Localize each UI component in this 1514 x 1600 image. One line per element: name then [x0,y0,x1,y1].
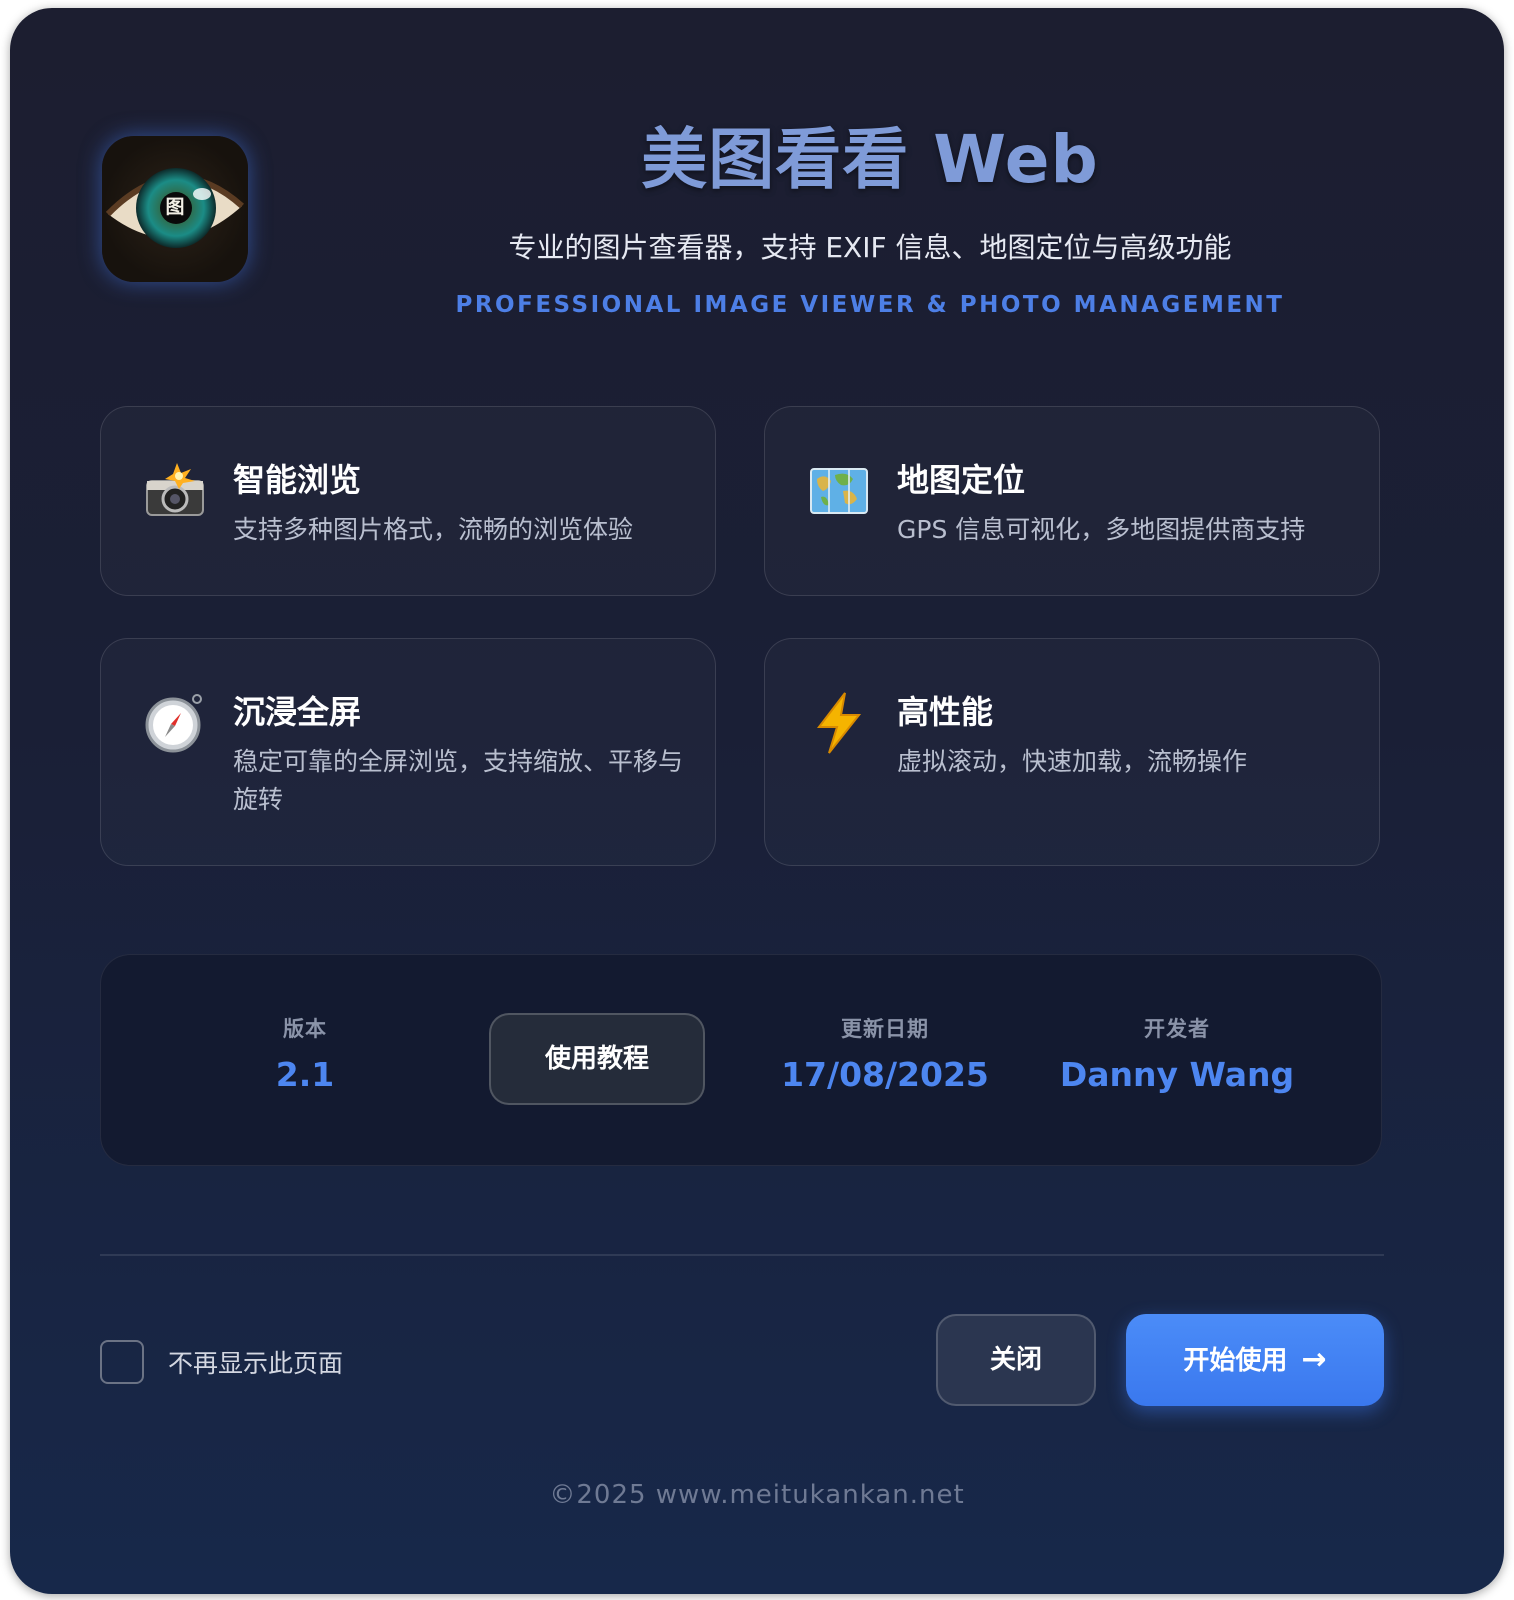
lightning-icon [807,691,871,755]
feature-title: 地图定位 [897,461,1026,499]
app-logo: 图 [102,136,248,282]
feature-desc: GPS 信息可视化，多地图提供商支持 [897,515,1306,544]
copyright: ©2025 www.meitukankan.net [549,1480,965,1510]
feature-desc: 支持多种图片格式，流畅的浏览体验 [233,515,634,544]
feature-title: 沉浸全屏 [233,693,362,731]
version-value: 2.1 [275,1055,335,1094]
logo-text: 图 [165,196,185,218]
world-map-icon [807,459,871,523]
app-subtitle: 专业的图片查看器，支持 EXIF 信息、地图定位与高级功能 [508,231,1232,264]
feature-card-map: 地图定位 GPS 信息可视化，多地图提供商支持 [764,406,1380,596]
close-button[interactable]: 关闭 [936,1314,1096,1406]
compass-icon [143,691,207,755]
update-date-value: 17/08/2025 [781,1055,989,1094]
start-button[interactable]: 开始使用 → [1126,1314,1384,1406]
feature-title: 高性能 [897,693,994,731]
developer-value: Danny Wang [1059,1055,1295,1094]
dont-show-checkbox[interactable] [100,1340,144,1384]
divider [100,1254,1384,1256]
feature-card-fullscreen: 沉浸全屏 稳定可靠的全屏浏览，支持缩放、平移与旋转 [100,638,716,866]
feature-card-performance: 高性能 虚拟滚动，快速加载，流畅操作 [764,638,1380,866]
welcome-dialog: 图 美图看看 Web 专业的图片查看器，支持 EXIF 信息、地图定位与高级功能… [10,8,1504,1594]
start-button-label: 开始使用 [1183,1346,1288,1376]
tutorial-button[interactable]: 使用教程 [489,1013,705,1105]
app-subtitle-english: PROFESSIONAL IMAGE VIEWER & PHOTO MANAGE… [455,292,1285,318]
developer-label: 开发者 [1144,1017,1210,1041]
camera-flash-icon [143,459,207,523]
update-date-label: 更新日期 [841,1017,929,1041]
feature-desc: 稳定可靠的全屏浏览，支持缩放、平移与旋转 [233,747,684,814]
app-title: 美图看看 Web [641,121,1099,198]
feature-desc: 虚拟滚动，快速加载，流畅操作 [897,747,1248,776]
feature-title: 智能浏览 [233,461,362,499]
version-label: 版本 [283,1017,327,1041]
dont-show-label[interactable]: 不再显示此页面 [168,1344,343,1380]
info-panel: 版本 2.1 使用教程 更新日期 17/08/2025 开发者 Danny Wa… [100,954,1382,1166]
arrow-right-icon: → [1301,1342,1327,1377]
feature-card-browse: 智能浏览 支持多种图片格式，流畅的浏览体验 [100,406,716,596]
